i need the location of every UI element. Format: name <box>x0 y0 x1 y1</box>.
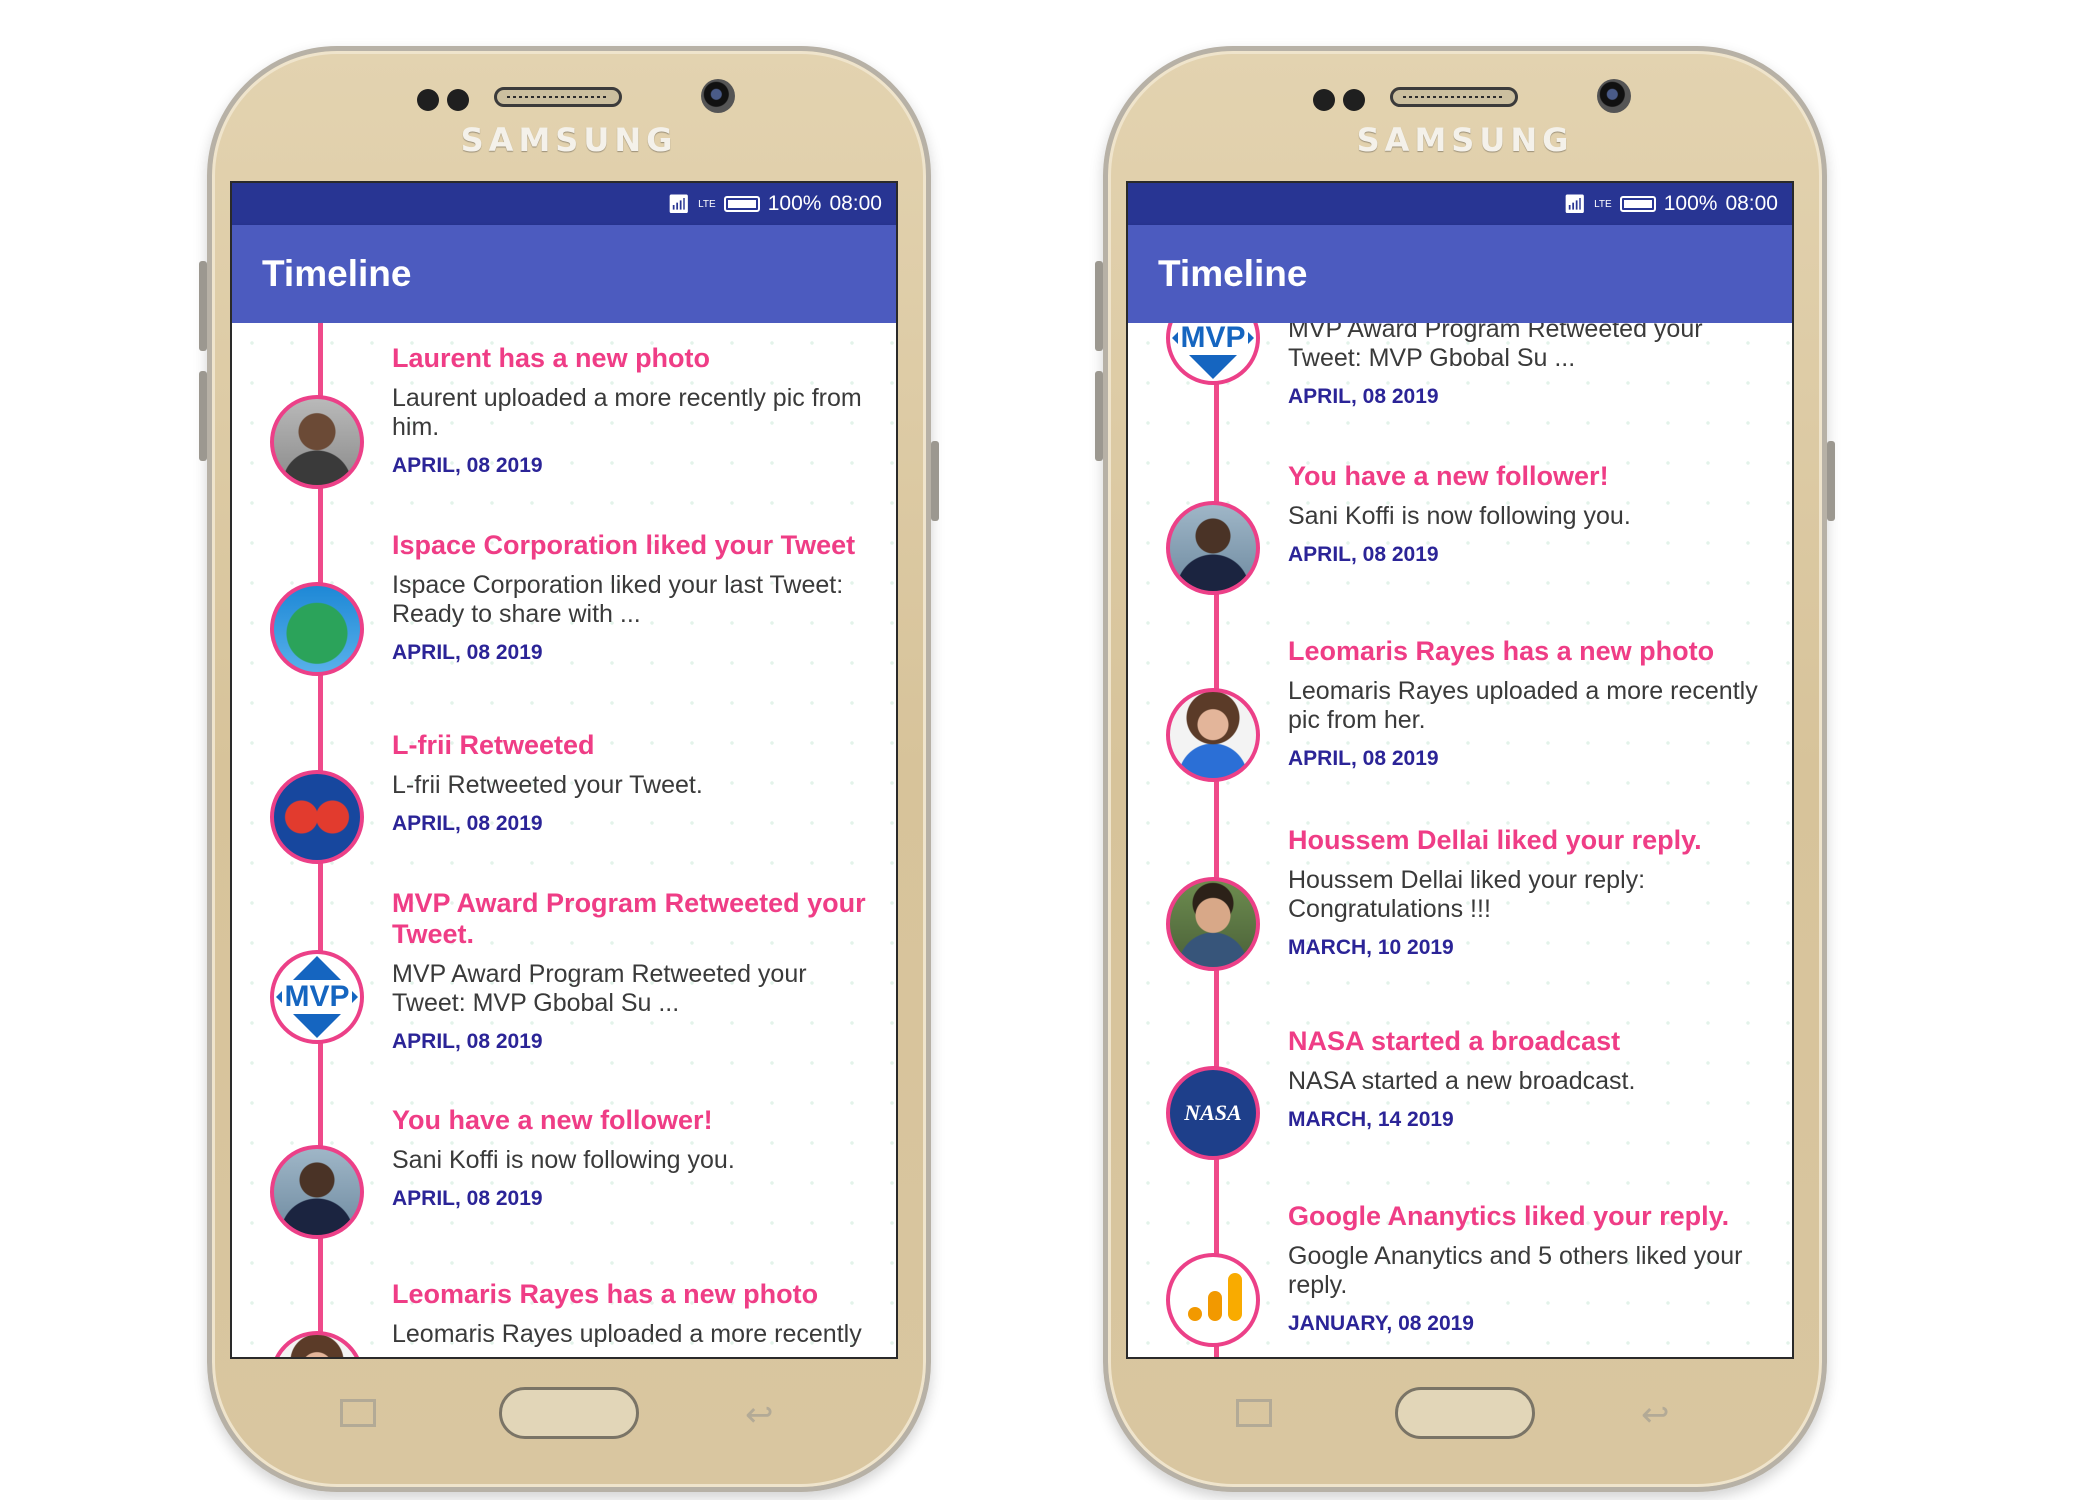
earpiece-grille <box>1390 87 1518 107</box>
item-description: L-frii Retweeted your Tweet. <box>392 771 703 799</box>
page-title: Timeline <box>1158 253 1308 294</box>
item-date: APRIL, 08 2019 <box>392 1187 543 1210</box>
back-icon[interactable]: ↩ <box>1641 1395 1670 1435</box>
item-date: APRIL, 08 2019 <box>1288 543 1439 566</box>
status-bar: 📶︎ LTE 100% 08:00 <box>232 183 896 225</box>
hardware-nav: ↩ <box>1108 1387 1822 1447</box>
avatar[interactable] <box>1166 877 1260 971</box>
hardware-nav: ↩ <box>212 1387 926 1447</box>
wifi-icon: 📶︎ <box>667 193 691 214</box>
avatar[interactable] <box>270 582 364 676</box>
avatar[interactable]: MVP <box>1166 323 1260 385</box>
item-title: MVP Award Program Retweeted your Tweet. <box>392 888 866 949</box>
sensor-dots <box>417 89 469 111</box>
home-button[interactable] <box>1395 1387 1535 1439</box>
avatar[interactable] <box>270 1331 364 1357</box>
earpiece-grille <box>494 87 622 107</box>
avatar[interactable] <box>270 770 364 864</box>
screen: 📶︎ LTE 100% 08:00 Timeline Laurent has a… <box>230 181 898 1359</box>
page-title: Timeline <box>262 253 412 294</box>
volume-button <box>199 371 207 461</box>
item-description: Ispace Corporation liked your last Tweet… <box>392 571 844 628</box>
clock: 08:00 <box>1725 192 1778 215</box>
item-date: JANUARY, 08 2019 <box>1288 1312 1474 1335</box>
avatar[interactable] <box>270 1145 364 1239</box>
item-description: Google Ananytics and 5 others liked your… <box>1288 1242 1743 1299</box>
signal-icon: LTE <box>698 198 716 210</box>
brand-logo: SAMSUNG <box>1356 121 1574 159</box>
item-date: APRIL, 08 2019 <box>1288 385 1439 408</box>
back-icon[interactable]: ↩ <box>745 1395 774 1435</box>
wifi-icon: 📶︎ <box>1563 193 1587 214</box>
home-button[interactable] <box>499 1387 639 1439</box>
item-date: MARCH, 10 2019 <box>1288 936 1454 959</box>
brand-logo: SAMSUNG <box>460 121 678 159</box>
item-title: NASA started a broadcast <box>1288 1026 1621 1056</box>
item-description: NASA started a new broadcast. <box>1288 1067 1636 1095</box>
clock: 08:00 <box>829 192 882 215</box>
phone-device-right: SAMSUNG 📶︎ LTE 100% 08:00 Timeline MVP M… <box>1095 46 1835 1492</box>
front-camera <box>701 79 735 113</box>
signal-icon: LTE <box>1594 198 1612 210</box>
battery-icon <box>723 196 760 212</box>
item-title: Ispace Corporation liked your Tweet <box>392 530 856 560</box>
battery-percent: 100% <box>1663 192 1718 215</box>
avatar[interactable]: NASA <box>1166 1066 1260 1160</box>
timeline-line <box>1214 323 1219 1357</box>
item-title: Leomaris Rayes has a new photo <box>1288 636 1715 666</box>
mvp-logo-text: MVP <box>282 980 352 1014</box>
volume-button <box>199 261 207 351</box>
avatar[interactable] <box>1166 501 1260 595</box>
avatar[interactable]: MVP <box>270 950 364 1044</box>
timeline-list[interactable]: Laurent has a new photo Laurent uploaded… <box>232 323 896 1357</box>
item-description: Leomaris Rayes uploaded a more recently … <box>1288 677 1758 734</box>
avatar[interactable] <box>1166 688 1260 782</box>
item-date: APRIL, 08 2019 <box>392 1030 543 1053</box>
item-date: APRIL, 08 2019 <box>392 641 543 664</box>
item-date: APRIL, 08 2019 <box>392 454 543 477</box>
front-camera <box>1597 79 1631 113</box>
volume-button <box>1095 371 1103 461</box>
item-title: Laurent has a new photo <box>392 343 711 373</box>
item-title: Houssem Dellai liked your reply. <box>1288 825 1702 855</box>
recent-apps-icon[interactable] <box>1236 1399 1272 1427</box>
battery-percent: 100% <box>767 192 822 215</box>
avatar[interactable] <box>270 395 364 489</box>
item-title: You have a new follower! <box>392 1105 713 1135</box>
item-title: L-frii Retweeted <box>392 730 595 760</box>
item-title: You have a new follower! <box>1288 461 1609 491</box>
item-description: Laurent uploaded a more recently pic fro… <box>392 384 862 441</box>
item-description: MVP Award Program Retweeted your Tweet: … <box>1288 323 1703 372</box>
item-title: Google Ananytics liked your reply. <box>1288 1201 1730 1231</box>
battery-icon <box>1619 196 1656 212</box>
timeline-list[interactable]: MVP MVP Award Program Retweeted your Twe… <box>1128 323 1792 1357</box>
item-date: APRIL, 08 2019 <box>392 812 543 835</box>
sensor-dots <box>1313 89 1365 111</box>
item-description: Leomaris Rayes uploaded a more recently <box>392 1320 862 1348</box>
status-bar: 📶︎ LTE 100% 08:00 <box>1128 183 1792 225</box>
item-date: MARCH, 14 2019 <box>1288 1108 1454 1131</box>
nasa-logo-icon: NASA <box>1184 1100 1242 1125</box>
phone-device-left: SAMSUNG 📶︎ LTE 100% 08:00 Timeline Laure… <box>199 46 939 1492</box>
power-button <box>931 441 939 521</box>
power-button <box>1827 441 1835 521</box>
item-description: Houssem Dellai liked your reply: Congrat… <box>1288 866 1646 923</box>
item-description: Sani Koffi is now following you. <box>392 1146 735 1174</box>
screen: 📶︎ LTE 100% 08:00 Timeline MVP MVP Award… <box>1126 181 1794 1359</box>
volume-button <box>1095 261 1103 351</box>
item-date: APRIL, 08 2019 <box>1288 747 1439 770</box>
app-bar: Timeline <box>1128 225 1792 323</box>
item-title: Leomaris Rayes has a new photo <box>392 1279 819 1309</box>
avatar[interactable] <box>1166 1253 1260 1347</box>
mvp-logo-text: MVP <box>1178 323 1248 355</box>
recent-apps-icon[interactable] <box>340 1399 376 1427</box>
item-description: Sani Koffi is now following you. <box>1288 502 1631 530</box>
app-bar: Timeline <box>232 225 896 323</box>
item-description: MVP Award Program Retweeted your Tweet: … <box>392 960 807 1017</box>
